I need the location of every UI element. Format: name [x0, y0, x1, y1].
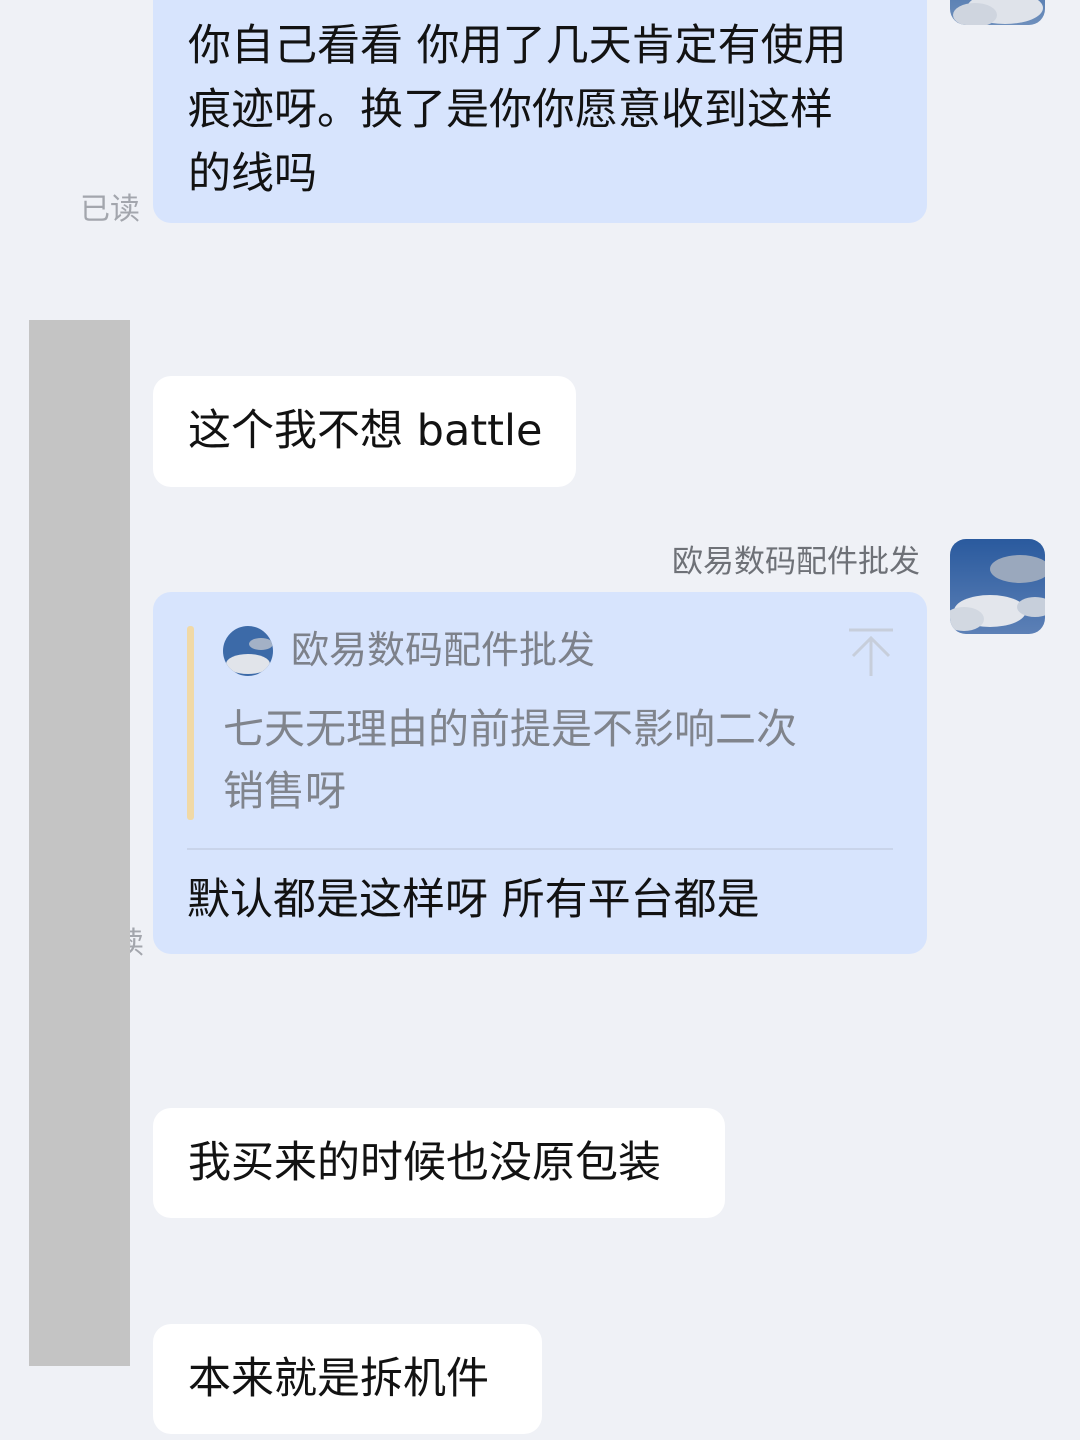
- message-bubble-self-quote[interactable]: 欧易数码配件批发 七天无理由的前提是不影响二次 销售呀 默认都是这样呀 所有平台…: [153, 592, 927, 954]
- message-bubble-other-3[interactable]: 本来就是拆机件: [153, 1324, 542, 1434]
- redaction-overlay: [29, 320, 130, 1366]
- self-avatar[interactable]: [950, 539, 1045, 634]
- sky-clouds-avatar-icon: [950, 539, 1045, 634]
- arrow-up-to-top-icon[interactable]: [845, 626, 897, 678]
- message-text-line-1: 你自己看看 你用了几天肯定有使用: [188, 21, 847, 71]
- quote-text-line-1: 七天无理由的前提是不影响二次: [223, 705, 797, 753]
- sender-name: 欧易数码配件批发: [672, 544, 920, 580]
- message-text: 默认都是这样呀 所有平台都是: [187, 875, 760, 925]
- quote-bar: [187, 626, 194, 820]
- self-avatar-top[interactable]: [950, 0, 1045, 25]
- read-status-label: 已读: [80, 192, 140, 227]
- sky-clouds-avatar-icon: [223, 626, 273, 676]
- message-bubble-other-1[interactable]: 这个我不想 battle: [153, 376, 576, 487]
- quote-divider: [187, 848, 893, 850]
- message-bubble-other-2[interactable]: 我买来的时候也没原包装: [153, 1108, 725, 1218]
- message-text: 这个我不想 battle: [188, 406, 543, 456]
- message-text-line-2: 痕迹呀。换了是你你愿意收到这样: [188, 85, 833, 135]
- quote-text-line-2: 销售呀: [223, 767, 346, 815]
- quote-text: 七天无理由的前提是不影响二次 销售呀: [223, 698, 883, 822]
- quote-author-name: 欧易数码配件批发: [291, 628, 596, 672]
- sky-clouds-avatar-icon: [950, 0, 1045, 25]
- message-bubble-self-1[interactable]: 你自己看看 你用了几天肯定有使用 痕迹呀。换了是你你愿意收到这样 的线吗: [153, 0, 927, 223]
- message-text: 本来就是拆机件: [188, 1354, 489, 1404]
- read-status-label-partial: 读: [130, 918, 144, 962]
- message-text: 我买来的时候也没原包装: [188, 1138, 661, 1188]
- message-text-line-3: 的线吗: [188, 149, 317, 199]
- quote-author-avatar: [223, 626, 273, 676]
